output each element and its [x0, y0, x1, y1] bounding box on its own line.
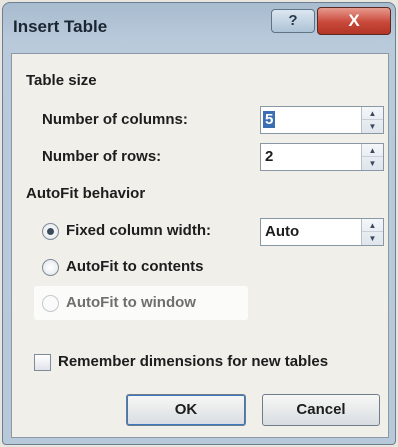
- columns-up-arrow-icon[interactable]: ▲: [362, 107, 383, 120]
- rows-value[interactable]: 2: [265, 148, 273, 165]
- dialog-title: Insert Table: [13, 17, 108, 36]
- columns-label: Number of columns:: [42, 111, 188, 128]
- fixed-width-down-arrow-icon[interactable]: ▼: [362, 232, 383, 245]
- table-size-heading: Table size: [26, 72, 97, 89]
- autofit-window-label: AutoFit to window: [66, 294, 196, 311]
- autofit-contents-option[interactable]: AutoFit to contents: [42, 256, 252, 280]
- help-icon: ?: [288, 12, 298, 29]
- close-button[interactable]: X: [317, 7, 391, 35]
- rows-up-arrow-icon[interactable]: ▲: [362, 144, 383, 157]
- autofit-contents-label: AutoFit to contents: [66, 258, 204, 275]
- columns-value[interactable]: 5: [263, 111, 276, 128]
- autofit-window-option[interactable]: AutoFit to window: [42, 292, 242, 316]
- close-icon: X: [348, 11, 360, 30]
- rows-spinner[interactable]: 2 ▲ ▼: [260, 143, 384, 171]
- title-bar: Insert Table ? X: [3, 3, 395, 51]
- dialog-body: Table size Number of columns: 5 ▲ ▼ Numb…: [11, 53, 389, 438]
- fixed-width-label: Fixed column width:: [66, 222, 211, 239]
- fixed-width-value[interactable]: Auto: [265, 223, 299, 240]
- insert-table-dialog: Insert Table ? X Table size Number of co…: [2, 2, 396, 445]
- rows-label: Number of rows:: [42, 148, 162, 165]
- remember-dimensions-checkbox[interactable]: [34, 354, 51, 371]
- fixed-width-spinner-arrows: ▲ ▼: [361, 219, 383, 245]
- fixed-width-spinner[interactable]: Auto ▲ ▼: [260, 218, 384, 246]
- remember-dimensions-label: Remember dimensions for new tables: [58, 353, 329, 370]
- autofit-contents-radio[interactable]: [42, 259, 59, 276]
- fixed-width-up-arrow-icon[interactable]: ▲: [362, 219, 383, 232]
- autofit-window-radio[interactable]: [42, 295, 59, 312]
- autofit-heading: AutoFit behavior: [26, 185, 146, 202]
- rows-down-arrow-icon[interactable]: ▼: [362, 157, 383, 170]
- fixed-width-radio[interactable]: [42, 223, 59, 240]
- columns-spinner-arrows: ▲ ▼: [361, 107, 383, 133]
- cancel-button[interactable]: Cancel: [262, 394, 380, 426]
- fixed-width-option[interactable]: Fixed column width:: [42, 220, 252, 244]
- help-button[interactable]: ?: [271, 9, 315, 33]
- rows-spinner-arrows: ▲ ▼: [361, 144, 383, 170]
- columns-spinner[interactable]: 5 ▲ ▼: [260, 106, 384, 134]
- ok-button[interactable]: OK: [126, 394, 246, 426]
- columns-down-arrow-icon[interactable]: ▼: [362, 120, 383, 133]
